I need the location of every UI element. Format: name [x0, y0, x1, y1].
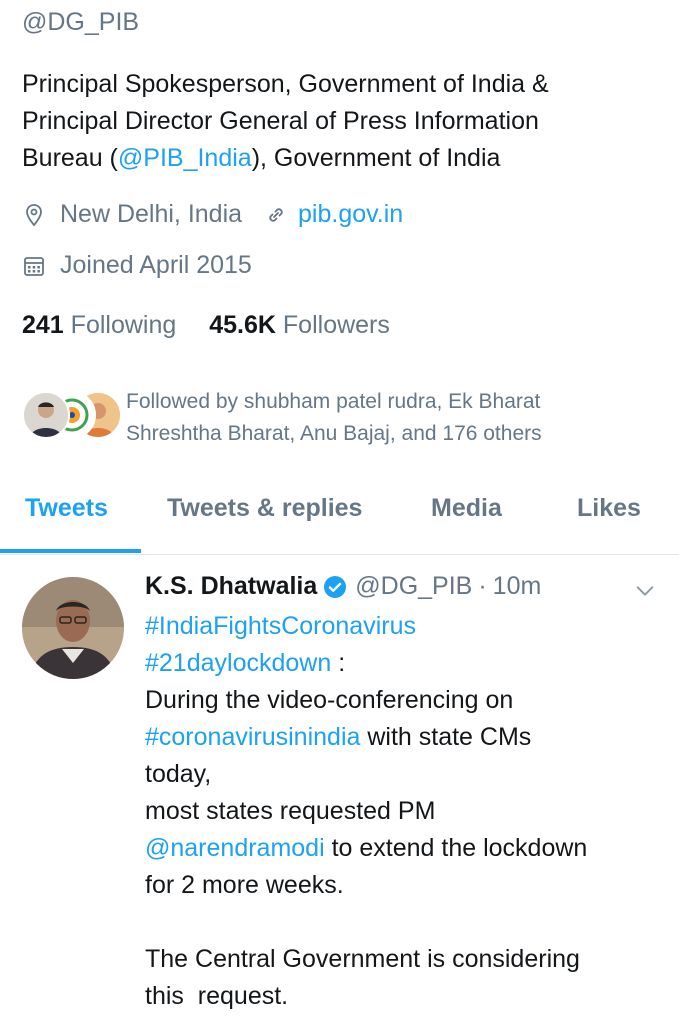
- tweet-timestamp[interactable]: 10m: [493, 572, 542, 601]
- profile-website-link[interactable]: pib.gov.in: [298, 200, 403, 229]
- tweet-author-avatar[interactable]: [22, 577, 124, 679]
- hashtag-link[interactable]: #21daylockdown: [145, 649, 331, 677]
- following-link[interactable]: 241 Following: [22, 311, 176, 339]
- tweet-text: most states requested PM: [145, 797, 436, 825]
- avatar: [22, 391, 70, 439]
- tab-tweets-and-replies[interactable]: Tweets & replies: [167, 494, 362, 523]
- followed-by-line-1: Followed by shubham patel rudra, Ek Bhar…: [126, 390, 541, 413]
- follower-avatars: [22, 386, 122, 444]
- profile-meta-location-row: New Delhi, India pib.gov.in: [22, 200, 403, 229]
- profile-tabs: Tweets Tweets & replies Media Likes: [0, 480, 679, 555]
- followers-link[interactable]: 45.6K Followers: [209, 311, 390, 339]
- chevron-down-icon[interactable]: [634, 580, 656, 602]
- bio-line-3: Bureau (@PIB_India), Government of India: [22, 140, 662, 177]
- tab-media[interactable]: Media: [431, 494, 502, 523]
- tweet-text: for 2 more weeks.: [145, 871, 344, 899]
- following-count: 241: [22, 311, 64, 339]
- tab-tweets[interactable]: Tweets: [25, 494, 108, 523]
- link-icon: [269, 207, 283, 222]
- profile-handle: @DG_PIB: [22, 8, 140, 36]
- active-tab-indicator: [0, 549, 141, 553]
- calendar-icon: [24, 256, 44, 276]
- profile-joined-date: Joined April 2015: [60, 251, 252, 279]
- bio-line-1: Principal Spokesperson, Government of In…: [22, 70, 549, 98]
- tweet-text: :: [331, 649, 346, 677]
- bio-mention-link[interactable]: @PIB_India: [118, 144, 252, 172]
- followers-label: Followers: [282, 311, 390, 339]
- location-pin-icon: [26, 203, 42, 226]
- bio-text: Bureau (: [22, 144, 118, 172]
- tweet-text: with state CMs: [360, 723, 532, 751]
- following-label: Following: [70, 311, 177, 339]
- tweet-header: K.S. Dhatwalia @DG_PIB · 10m: [145, 572, 541, 601]
- mention-link[interactable]: @narendramodi: [145, 834, 325, 862]
- profile-bio: Principal Spokesperson, Government of In…: [22, 66, 662, 177]
- followed-by-line-2: Shreshtha Bharat, Anu Bajaj, and 176 oth…: [126, 422, 542, 445]
- tweet-body: #IndiaFightsCoronavirus #21daylockdown :…: [145, 608, 665, 1015]
- tweet-text: During the video-conferencing on: [145, 686, 514, 714]
- bio-line-2: Principal Director General of Press Info…: [22, 107, 539, 135]
- hashtag-link[interactable]: #IndiaFightsCoronavirus: [145, 612, 416, 640]
- tweet-text: this request.: [145, 982, 289, 1010]
- tweet-text: to extend the lockdown: [324, 834, 588, 862]
- tweet-author-name[interactable]: K.S. Dhatwalia: [145, 572, 317, 601]
- verified-badge-icon: [324, 575, 347, 598]
- tweet-text: The Central Government is considering: [145, 945, 580, 973]
- followed-by-section[interactable]: Followed by shubham patel rudra, Ek Bhar…: [22, 386, 626, 450]
- tweet-text: today,: [145, 760, 212, 788]
- tab-likes[interactable]: Likes: [577, 494, 641, 523]
- followers-count: 45.6K: [209, 311, 276, 339]
- profile-follow-counts: 241 Following 45.6K Followers: [22, 311, 390, 340]
- bio-text: ), Government of India: [251, 144, 501, 172]
- tweet-author-handle[interactable]: @DG_PIB: [355, 572, 472, 601]
- profile-location: New Delhi, India: [60, 200, 243, 228]
- profile-meta-joined-row: Joined April 2015: [22, 251, 252, 280]
- tweet-meta-separator: ·: [478, 572, 487, 600]
- followed-by-text: Followed by shubham patel rudra, Ek Bhar…: [126, 386, 626, 450]
- hashtag-link[interactable]: #coronavirusinindia: [145, 723, 360, 751]
